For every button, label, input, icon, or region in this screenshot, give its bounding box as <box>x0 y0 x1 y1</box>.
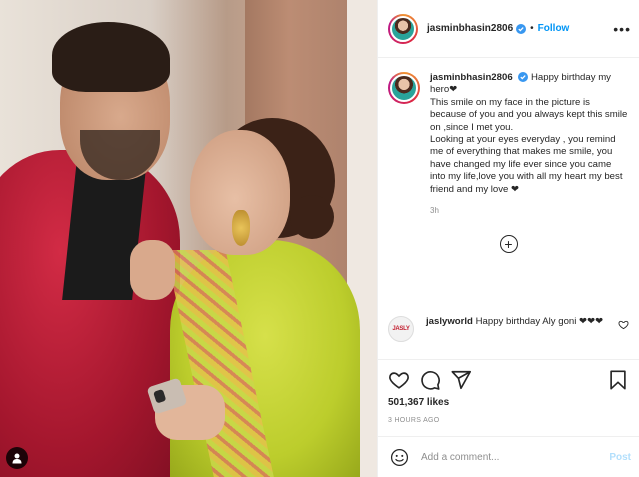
add-comment-input[interactable] <box>421 451 610 463</box>
share-icon[interactable] <box>450 369 472 391</box>
comment-like-heart-icon[interactable] <box>618 319 629 330</box>
post-actions: 501,367 likes 3 HOURS AGO <box>378 359 639 424</box>
commenter-avatar[interactable]: JASLY <box>388 316 414 342</box>
caption-timestamp[interactable]: 3h <box>430 205 628 217</box>
add-comment-bar: Post <box>378 436 639 477</box>
instagram-post-modal: jasminbhasin2806 • Follow ••• jasminbhas… <box>0 0 639 477</box>
comment-item: JASLY jaslyworld Happy birthday Aly goni… <box>378 316 639 342</box>
verified-badge-icon <box>518 72 529 83</box>
post-header: jasminbhasin2806 • Follow ••• <box>378 0 639 58</box>
comment-icon[interactable] <box>419 369 441 391</box>
comment-text: Happy birthday Aly goni ❤❤❤ <box>475 316 604 327</box>
posted-time[interactable]: 3 HOURS AGO <box>388 417 629 424</box>
emoji-icon[interactable] <box>390 448 409 467</box>
more-options-button[interactable]: ••• <box>613 21 631 37</box>
user-tag-icon <box>12 453 22 464</box>
caption-line-2: This smile on my face in the picture is … <box>430 96 628 133</box>
caption-username[interactable]: jasminbhasin2806 <box>430 72 513 83</box>
user-tag-button[interactable] <box>6 447 28 469</box>
caption: jasminbhasin2806 Happy birthday my hero❤… <box>378 59 639 217</box>
comments-section[interactable]: jasminbhasin2806 Happy birthday my hero❤… <box>378 59 639 357</box>
author-username[interactable]: jasminbhasin2806 <box>427 23 513 34</box>
follow-button[interactable]: Follow <box>538 23 570 34</box>
author-avatar[interactable] <box>388 13 418 44</box>
load-more-comments-button[interactable]: + <box>499 235 518 254</box>
likes-count[interactable]: 501,367 likes <box>388 397 629 408</box>
bookmark-icon[interactable] <box>607 369 629 391</box>
caption-line-3: Looking at your eyes everyday , you remi… <box>430 134 623 195</box>
caption-author-avatar[interactable] <box>388 72 420 104</box>
commenter-avatar-logo: JASLY <box>392 326 410 332</box>
verified-badge-icon <box>516 23 527 34</box>
commenter-username[interactable]: jaslyworld <box>426 316 473 327</box>
post-comment-button[interactable]: Post <box>609 452 631 463</box>
post-photo[interactable] <box>0 0 377 477</box>
heart-icon[interactable] <box>388 369 410 391</box>
post-side-panel: jasminbhasin2806 • Follow ••• jasminbhas… <box>377 0 639 477</box>
plus-circle-icon: + <box>504 236 513 253</box>
